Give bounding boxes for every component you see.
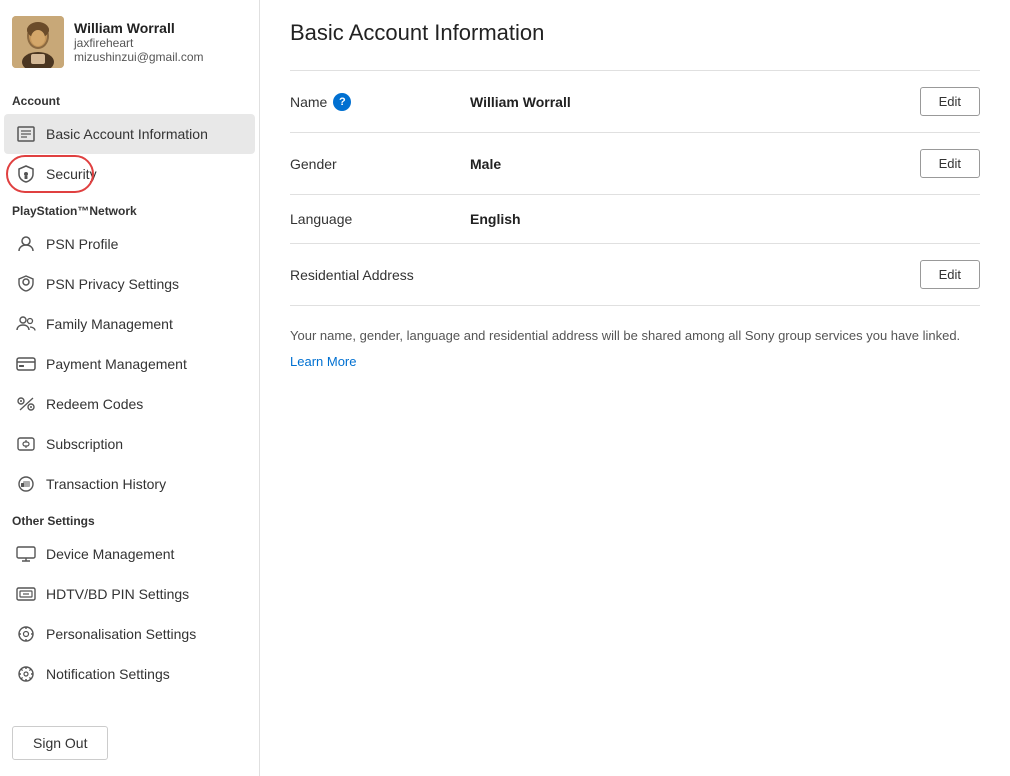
family-management-label: Family Management bbox=[46, 316, 173, 332]
sidebar-item-security[interactable]: Security bbox=[4, 154, 255, 194]
name-edit-button[interactable]: Edit bbox=[920, 87, 980, 116]
hdtv-pin-label: HDTV/BD PIN Settings bbox=[46, 586, 189, 602]
notification-icon bbox=[16, 664, 36, 684]
notification-label: Notification Settings bbox=[46, 666, 170, 682]
sidebar-item-device-management[interactable]: Device Management bbox=[4, 534, 255, 574]
language-label: Language bbox=[290, 211, 470, 227]
personalisation-icon bbox=[16, 624, 36, 644]
page-title: Basic Account Information bbox=[290, 20, 980, 46]
gender-row: Gender Male Edit bbox=[290, 133, 980, 195]
psn-profile-icon bbox=[16, 234, 36, 254]
name-value: William Worrall bbox=[470, 94, 920, 110]
sign-out-area: Sign Out bbox=[0, 710, 259, 776]
sidebar-item-redeem-codes[interactable]: Redeem Codes bbox=[4, 384, 255, 424]
transaction-history-label: Transaction History bbox=[46, 476, 166, 492]
sidebar-item-psn-profile[interactable]: PSN Profile bbox=[4, 224, 255, 264]
user-handle: jaxfireheart bbox=[74, 36, 204, 50]
transaction-history-icon bbox=[16, 474, 36, 494]
device-management-icon bbox=[16, 544, 36, 564]
language-value: English bbox=[470, 211, 980, 227]
language-row: Language English bbox=[290, 195, 980, 244]
security-icon bbox=[16, 164, 36, 184]
gender-label: Gender bbox=[290, 156, 470, 172]
redeem-codes-label: Redeem Codes bbox=[46, 396, 143, 412]
sidebar-item-psn-privacy[interactable]: PSN Privacy Settings bbox=[4, 264, 255, 304]
subscription-label: Subscription bbox=[46, 436, 123, 452]
other-section-label: Other Settings bbox=[0, 504, 259, 534]
sidebar-item-hdtv-pin[interactable]: HDTV/BD PIN Settings bbox=[4, 574, 255, 614]
sidebar-item-payment-management[interactable]: Payment Management bbox=[4, 344, 255, 384]
account-info-icon bbox=[16, 124, 36, 144]
psn-profile-label: PSN Profile bbox=[46, 236, 118, 252]
sidebar-item-personalisation[interactable]: Personalisation Settings bbox=[4, 614, 255, 654]
psn-privacy-label: PSN Privacy Settings bbox=[46, 276, 179, 292]
subscription-icon bbox=[16, 434, 36, 454]
sidebar-item-family-management[interactable]: Family Management bbox=[4, 304, 255, 344]
psn-section-label: PlayStation™Network bbox=[0, 194, 259, 224]
personalisation-label: Personalisation Settings bbox=[46, 626, 196, 642]
sidebar-item-subscription[interactable]: Subscription bbox=[4, 424, 255, 464]
user-info: William Worrall jaxfireheart mizushinzui… bbox=[74, 20, 204, 64]
sidebar-item-notification[interactable]: Notification Settings bbox=[4, 654, 255, 694]
main-content: Basic Account Information Name ? William… bbox=[260, 0, 1010, 776]
address-label: Residential Address bbox=[290, 267, 470, 283]
family-management-icon bbox=[16, 314, 36, 334]
gender-value: Male bbox=[470, 156, 920, 172]
user-email: mizushinzui@gmail.com bbox=[74, 50, 204, 64]
address-edit-button[interactable]: Edit bbox=[920, 260, 980, 289]
sidebar-item-transaction-history[interactable]: Transaction History bbox=[4, 464, 255, 504]
gender-edit-button[interactable]: Edit bbox=[920, 149, 980, 178]
psn-privacy-icon bbox=[16, 274, 36, 294]
name-label: Name ? bbox=[290, 93, 470, 111]
user-display-name: William Worrall bbox=[74, 20, 204, 36]
user-profile: William Worrall jaxfireheart mizushinzui… bbox=[0, 0, 259, 84]
address-row: Residential Address Edit bbox=[290, 244, 980, 306]
sidebar-item-basic-account[interactable]: Basic Account Information bbox=[4, 114, 255, 154]
redeem-codes-icon bbox=[16, 394, 36, 414]
payment-management-label: Payment Management bbox=[46, 356, 187, 372]
sidebar: William Worrall jaxfireheart mizushinzui… bbox=[0, 0, 260, 776]
hdtv-pin-icon bbox=[16, 584, 36, 604]
payment-management-icon bbox=[16, 354, 36, 374]
sign-out-button[interactable]: Sign Out bbox=[12, 726, 108, 760]
name-row: Name ? William Worrall Edit bbox=[290, 70, 980, 133]
basic-account-label: Basic Account Information bbox=[46, 126, 208, 142]
name-help-icon[interactable]: ? bbox=[333, 93, 351, 111]
device-management-label: Device Management bbox=[46, 546, 174, 562]
info-note: Your name, gender, language and resident… bbox=[290, 326, 980, 346]
avatar bbox=[12, 16, 64, 68]
security-label: Security bbox=[46, 166, 97, 182]
learn-more-link[interactable]: Learn More bbox=[290, 354, 980, 369]
account-section-label: Account bbox=[0, 84, 259, 114]
